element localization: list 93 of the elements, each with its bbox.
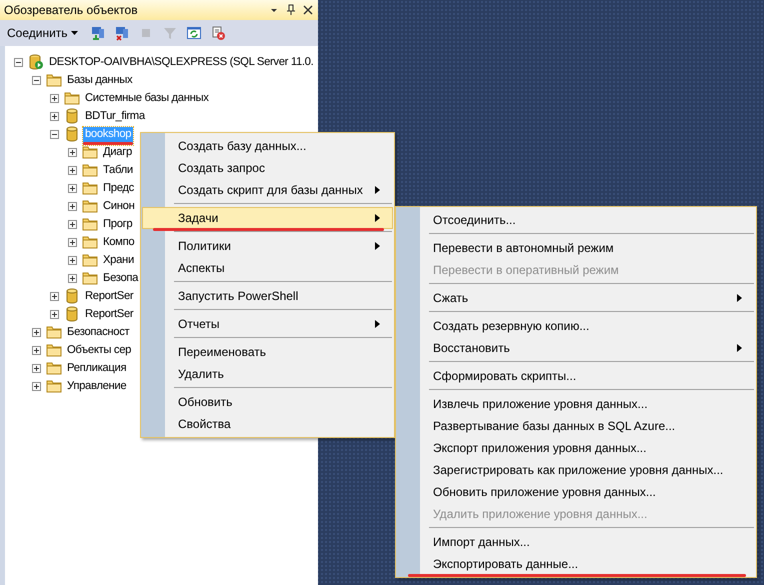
database-icon (64, 126, 80, 142)
folder-icon (46, 324, 62, 340)
expand-icon[interactable] (50, 94, 59, 102)
menu-item[interactable]: Сжать (397, 287, 755, 309)
submenu-arrow-icon (737, 294, 742, 302)
expand-icon[interactable] (32, 382, 41, 390)
server-icon (28, 54, 44, 70)
tree-item[interactable]: Безопа (101, 270, 140, 288)
menu-item[interactable]: Удалить (142, 363, 393, 385)
database-icon (64, 306, 80, 322)
expand-icon[interactable] (32, 328, 41, 336)
underline-mark (83, 142, 134, 144)
menu-item[interactable]: Отчеты (142, 313, 393, 335)
pin-icon[interactable] (285, 4, 297, 16)
folder-icon (64, 90, 80, 106)
menu-item[interactable]: Импорт данных... (397, 531, 755, 553)
folder-icon (82, 252, 98, 268)
submenu-arrow-icon (375, 320, 380, 328)
menu-item[interactable]: Запустить PowerShell (142, 285, 393, 307)
folder-icon (46, 360, 62, 376)
tree-item[interactable]: Компо (101, 234, 136, 252)
collapse-icon[interactable] (14, 58, 23, 66)
expand-icon[interactable] (68, 166, 77, 174)
menu-item[interactable]: Создать запрос (142, 157, 393, 179)
menu-item[interactable]: Создать скрипт для базы данных (142, 179, 393, 201)
tree-item[interactable]: Прогр (101, 216, 134, 234)
expand-icon[interactable] (32, 364, 41, 372)
folder-icon (46, 378, 62, 394)
menu-item[interactable]: Зарегистрировать как приложение уровня данных... (397, 459, 755, 481)
tree-item[interactable]: Системные базы данных (83, 90, 211, 108)
database-icon (64, 288, 80, 304)
collapse-icon[interactable] (50, 130, 59, 138)
menu-item[interactable]: Восстановить (397, 337, 755, 359)
expand-icon[interactable] (68, 184, 77, 192)
folder-icon (82, 270, 98, 286)
menu-item[interactable]: Экспортировать данные... (397, 553, 755, 575)
menu-item[interactable]: Аспекты (142, 257, 393, 279)
menu-item[interactable]: Отсоединить... (397, 209, 755, 231)
folder-icon (82, 234, 98, 250)
tree-item[interactable]: Храни (101, 252, 136, 270)
collapse-icon[interactable] (32, 76, 41, 84)
tree-item[interactable]: Управление (65, 378, 128, 396)
submenu-arrow-icon (375, 242, 380, 250)
menu-item[interactable]: Свойства (142, 413, 393, 435)
expand-icon[interactable] (68, 274, 77, 282)
menu-item[interactable]: Развертывание базы данных в SQL Azure... (397, 415, 755, 437)
expand-icon[interactable] (50, 112, 59, 120)
tree-item[interactable]: ReportSer (83, 306, 136, 324)
connect-button[interactable]: Соединить (4, 24, 81, 42)
folder-icon (46, 72, 62, 88)
expand-icon[interactable] (50, 292, 59, 300)
tree-item[interactable]: Диагр (101, 144, 134, 162)
menu-item[interactable]: Создать резервную копию... (397, 315, 755, 337)
expand-icon[interactable] (68, 202, 77, 210)
close-icon[interactable] (302, 4, 314, 16)
menu-item[interactable]: Обновить (142, 391, 393, 413)
menu-item[interactable]: Извлечь приложение уровня данных... (397, 393, 755, 415)
folder-icon (82, 180, 98, 196)
folder-icon (46, 342, 62, 358)
panel-title: Обозреватель объектов (4, 3, 139, 17)
menu-item[interactable]: Задачи (142, 207, 393, 229)
caret-icon (70, 31, 78, 35)
expand-icon[interactable] (68, 256, 77, 264)
tree-item[interactable]: BDTur_firma (83, 108, 147, 126)
tree-item[interactable]: Репликация (65, 360, 128, 378)
tree-item[interactable]: Предс (101, 180, 136, 198)
menu-item[interactable]: Переименовать (142, 341, 393, 363)
folder-icon (82, 162, 98, 178)
tree-item[interactable]: Безопасност (65, 324, 132, 342)
tree-item[interactable]: Базы данных (65, 72, 134, 90)
tree-item[interactable]: Объекты сер (65, 342, 134, 360)
tree-item[interactable]: ReportSer (83, 288, 136, 306)
menu-item[interactable]: Перевести в автономный режим (397, 237, 755, 259)
menu-item[interactable]: Обновить приложение уровня данных... (397, 481, 755, 503)
tree-item[interactable]: Табли (101, 162, 135, 180)
expand-icon[interactable] (32, 346, 41, 354)
folder-icon (82, 216, 98, 232)
menu-item[interactable]: Политики (142, 235, 393, 257)
submenu-arrow-icon (737, 344, 742, 352)
menu-item[interactable]: Экспорт приложения уровня данных... (397, 437, 755, 459)
expand-icon[interactable] (50, 310, 59, 318)
folder-icon (82, 144, 98, 160)
expand-icon[interactable] (68, 148, 77, 156)
expand-icon[interactable] (68, 238, 77, 246)
submenu-arrow-icon (375, 214, 380, 222)
menu-item[interactable]: Сформировать скрипты... (397, 365, 755, 387)
submenu-arrow-icon (375, 186, 380, 194)
tree-item[interactable]: DESKTOP-OAIVBHA\SQLEXPRESS (SQL Server 11.0. (47, 54, 316, 72)
expand-icon[interactable] (68, 220, 77, 228)
menu-item[interactable]: Создать базу данных... (142, 135, 393, 157)
database-icon (64, 108, 80, 124)
folder-icon (82, 198, 98, 214)
tree-item[interactable]: Синон (101, 198, 136, 216)
